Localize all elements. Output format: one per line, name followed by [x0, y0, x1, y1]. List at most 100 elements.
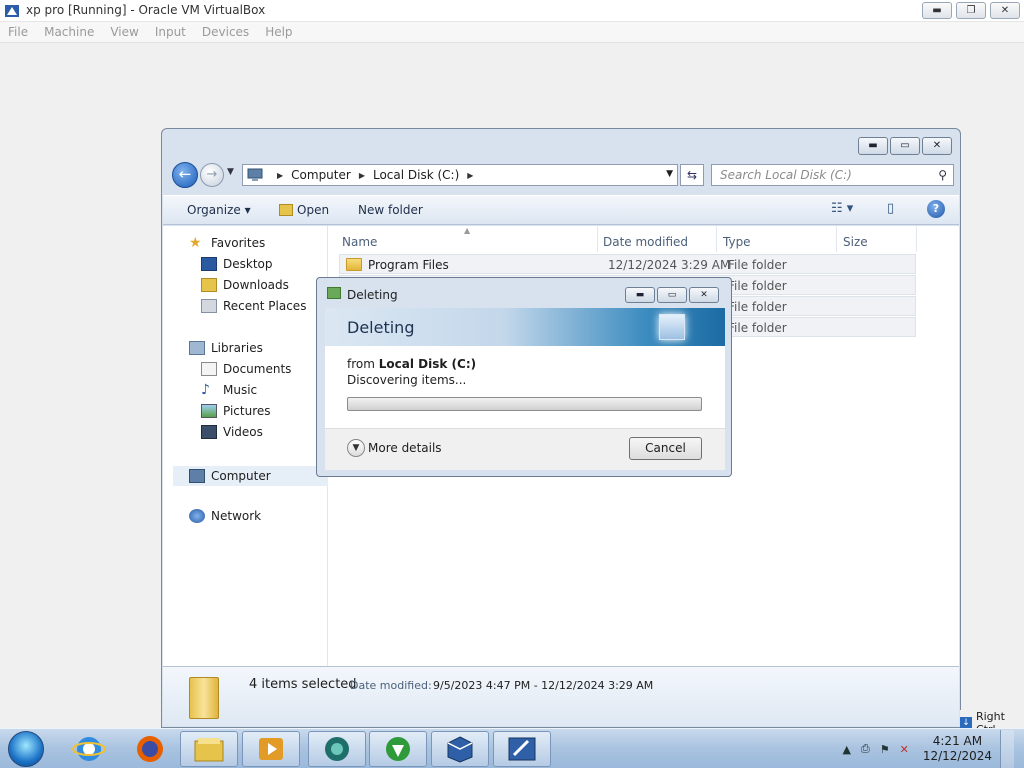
- column-size[interactable]: Size: [843, 235, 868, 249]
- videos-icon: [201, 425, 217, 439]
- change-view-button[interactable]: ☷ ▾: [831, 201, 853, 216]
- show-hidden-icons-icon[interactable]: ▲: [842, 743, 850, 756]
- open-button[interactable]: Open: [279, 203, 329, 217]
- menu-view[interactable]: View: [110, 22, 148, 42]
- nav-network[interactable]: Network: [189, 509, 261, 523]
- minimize-button[interactable]: ▬: [922, 2, 952, 19]
- network-tray-icon[interactable]: ⎙: [861, 742, 870, 756]
- nav-documents[interactable]: Documents: [201, 362, 291, 376]
- nav-libraries-label: Libraries: [211, 341, 263, 355]
- breadcrumb-separator-icon[interactable]: ▶: [467, 171, 473, 180]
- column-name[interactable]: Name: [342, 235, 377, 249]
- volume-muted-icon[interactable]: ✕: [900, 743, 909, 756]
- taskbar-virtualbox[interactable]: [431, 731, 489, 767]
- column-divider[interactable]: [836, 226, 837, 252]
- firefox-icon[interactable]: [133, 732, 167, 766]
- window-title: xp pro [Running] - Oracle VM VirtualBox: [26, 3, 266, 17]
- breadcrumb-separator-icon[interactable]: ▶: [277, 171, 283, 180]
- address-bar[interactable]: ▶ Computer ▶ Local Disk (C:) ▶ ▼: [242, 164, 678, 186]
- show-desktop-button[interactable]: [1000, 730, 1014, 768]
- new-folder-button[interactable]: New folder: [358, 203, 423, 217]
- menu-devices[interactable]: Devices: [202, 22, 259, 42]
- start-button[interactable]: [8, 731, 44, 767]
- address-dropdown-icon[interactable]: ▼: [666, 169, 673, 179]
- nav-recent-places-label: Recent Places: [223, 299, 307, 313]
- back-button[interactable]: ←: [172, 162, 198, 188]
- xp-vm-icon: [508, 737, 536, 761]
- selection-count: 4 items selected: [249, 677, 357, 692]
- nav-computer[interactable]: Computer: [173, 466, 328, 486]
- search-icon[interactable]: ⚲: [938, 168, 947, 182]
- organize-button[interactable]: Organize ▾: [187, 203, 251, 217]
- dialog-maximize-button[interactable]: ▭: [657, 287, 687, 303]
- computer-icon: [189, 469, 205, 483]
- delete-source-location: Local Disk (C:): [378, 357, 477, 371]
- desktop-icon: [201, 257, 217, 271]
- taskbar-media-player[interactable]: [242, 731, 300, 767]
- dialog-close-button[interactable]: ✕: [689, 287, 719, 303]
- column-divider[interactable]: [916, 226, 917, 252]
- restore-button[interactable]: ❐: [956, 2, 986, 19]
- nav-network-label: Network: [211, 509, 262, 523]
- recycle-bin-icon: [659, 314, 685, 340]
- nav-desktop[interactable]: Desktop: [201, 257, 273, 271]
- nav-favorites-label: Favorites: [211, 236, 266, 250]
- menu-input[interactable]: Input: [155, 22, 196, 42]
- dialog-banner: Deleting: [325, 308, 725, 346]
- nav-downloads-label: Downloads: [223, 278, 289, 292]
- explorer-close-button[interactable]: ✕: [922, 137, 952, 155]
- file-date: 12/12/2024 3:29 AM: [608, 258, 731, 272]
- dialog-minimize-button[interactable]: ▬: [625, 287, 655, 303]
- column-divider[interactable]: [716, 226, 717, 252]
- close-button[interactable]: ✕: [990, 2, 1020, 19]
- history-dropdown-icon[interactable]: ▼: [227, 167, 234, 177]
- nav-downloads[interactable]: Downloads: [201, 278, 289, 292]
- taskbar: ▲ ⎙ ⚑ ✕ 4:21 AM 12/12/2024: [0, 728, 1024, 768]
- explorer-minimize-button[interactable]: ▬: [858, 137, 888, 155]
- preview-pane-button[interactable]: ▯: [887, 201, 894, 216]
- recycle-icon: [327, 287, 341, 299]
- menu-file[interactable]: File: [8, 22, 38, 42]
- forward-button[interactable]: →: [200, 163, 224, 187]
- recent-places-icon: [201, 299, 217, 313]
- breadcrumb-local-disk[interactable]: Local Disk (C:): [373, 168, 459, 182]
- more-details-toggle[interactable]: ▼ More details: [347, 439, 442, 457]
- column-divider[interactable]: [597, 226, 598, 252]
- search-input[interactable]: Search Local Disk (C:) ⚲: [711, 164, 954, 186]
- refresh-button[interactable]: ⇆: [680, 164, 704, 186]
- nav-recent-places[interactable]: Recent Places: [201, 299, 306, 313]
- menu-machine[interactable]: Machine: [44, 22, 104, 42]
- nav-libraries[interactable]: Libraries: [189, 341, 263, 355]
- dialog-footer: ▼ More details Cancel: [325, 428, 725, 470]
- action-center-flag-icon[interactable]: ⚑: [880, 743, 890, 756]
- internet-explorer-icon[interactable]: [72, 732, 106, 766]
- details-pane: 4 items selected Date modified: 9/5/2023…: [163, 666, 959, 726]
- help-button[interactable]: ?: [927, 200, 945, 218]
- clock[interactable]: 4:21 AM 12/12/2024: [923, 734, 992, 764]
- download-manager-icon: [386, 737, 410, 761]
- taskbar-xp-vm[interactable]: [493, 731, 551, 767]
- nav-music[interactable]: ♪ Music: [201, 383, 257, 397]
- nav-computer-label: Computer: [211, 469, 271, 483]
- nav-videos[interactable]: Videos: [201, 425, 263, 439]
- menu-help[interactable]: Help: [265, 22, 302, 42]
- table-row[interactable]: Program Files 12/12/2024 3:29 AM File fo…: [339, 254, 916, 274]
- taskbar-app-circle[interactable]: [308, 731, 366, 767]
- star-icon: ★: [189, 235, 202, 251]
- taskbar-download-manager[interactable]: [369, 731, 427, 767]
- cancel-button[interactable]: Cancel: [629, 437, 702, 460]
- column-type[interactable]: Type: [723, 235, 751, 249]
- nav-desktop-label: Desktop: [223, 257, 273, 271]
- explorer-maximize-button[interactable]: ▭: [890, 137, 920, 155]
- column-date-modified[interactable]: Date modified: [603, 235, 688, 249]
- breadcrumb-separator-icon[interactable]: ▶: [359, 171, 365, 180]
- breadcrumb-computer[interactable]: Computer: [291, 168, 351, 182]
- nav-favorites[interactable]: ★ Favorites: [189, 236, 265, 250]
- nav-pictures[interactable]: Pictures: [201, 404, 271, 418]
- file-type: File folder: [728, 321, 787, 335]
- delete-status: Discovering items...: [347, 373, 467, 387]
- clock-date: 12/12/2024: [922, 749, 992, 763]
- virtualbox-icon: [5, 5, 19, 17]
- taskbar-explorer[interactable]: [180, 731, 238, 767]
- open-icon: [279, 204, 293, 216]
